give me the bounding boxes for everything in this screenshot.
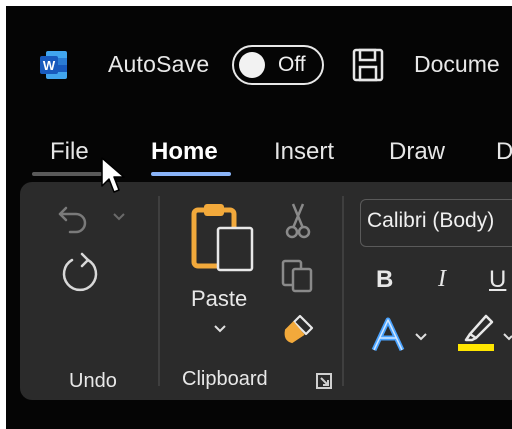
tab-draw[interactable]: Draw	[389, 138, 445, 166]
clipboard-group-label: Clipboard	[182, 368, 268, 390]
format-painter-brush-icon[interactable]	[282, 312, 316, 346]
undo-arrow-icon[interactable]	[56, 202, 96, 234]
ribbon-panel: Undo Paste Clipboard Calibri (Body) B I …	[20, 182, 512, 400]
word-logo-icon: W	[40, 51, 67, 79]
highlight-dropdown-chevron-icon[interactable]	[502, 332, 512, 342]
tab-home[interactable]: Home	[151, 138, 218, 166]
underline-button[interactable]: U	[489, 266, 506, 294]
title-bar: W AutoSave Off Docume	[6, 6, 512, 124]
bold-button[interactable]: B	[376, 266, 393, 294]
group-separator	[158, 196, 160, 386]
undo-group-label: Undo	[69, 370, 117, 392]
redo-arrow-icon[interactable]	[58, 252, 102, 296]
group-separator	[342, 196, 344, 386]
paste-dropdown-chevron-icon[interactable]	[213, 324, 227, 334]
paste-button-label[interactable]: Paste	[191, 286, 247, 312]
tab-design[interactable]: D	[496, 138, 512, 166]
text-effects-dropdown-chevron-icon[interactable]	[414, 332, 428, 342]
active-tab-underline	[151, 172, 231, 176]
screenshot-frame: W AutoSave Off Docume File Home Insert D…	[0, 0, 512, 429]
dialog-launcher-icon[interactable]	[315, 372, 333, 390]
document-title[interactable]: Docume	[414, 51, 500, 78]
scissors-icon[interactable]	[285, 202, 311, 240]
tab-insert[interactable]: Insert	[274, 138, 334, 166]
autosave-state-text: Off	[278, 53, 306, 76]
mouse-pointer-icon	[101, 157, 125, 193]
undo-dropdown-chevron-icon[interactable]	[112, 212, 126, 222]
copy-icon[interactable]	[280, 258, 314, 294]
toggle-knob	[239, 52, 265, 78]
highlighter-icon[interactable]	[456, 308, 496, 352]
paste-clipboard-icon[interactable]	[188, 202, 258, 274]
autosave-toggle[interactable]: Off	[232, 45, 324, 85]
ribbon-tabs: File Home Insert Draw D	[6, 124, 512, 180]
text-effects-a-icon[interactable]	[370, 316, 406, 354]
autosave-label: AutoSave	[108, 51, 210, 77]
file-tab-hover-underline	[32, 172, 102, 176]
word-window: W AutoSave Off Docume File Home Insert D…	[6, 6, 512, 429]
italic-button[interactable]: I	[438, 266, 446, 293]
font-name-text: Calibri (Body)	[367, 209, 495, 232]
save-floppy-icon[interactable]	[352, 48, 384, 82]
font-name-dropdown[interactable]: Calibri (Body)	[360, 199, 512, 247]
tab-file[interactable]: File	[50, 138, 89, 166]
word-logo-letter: W	[43, 58, 56, 73]
